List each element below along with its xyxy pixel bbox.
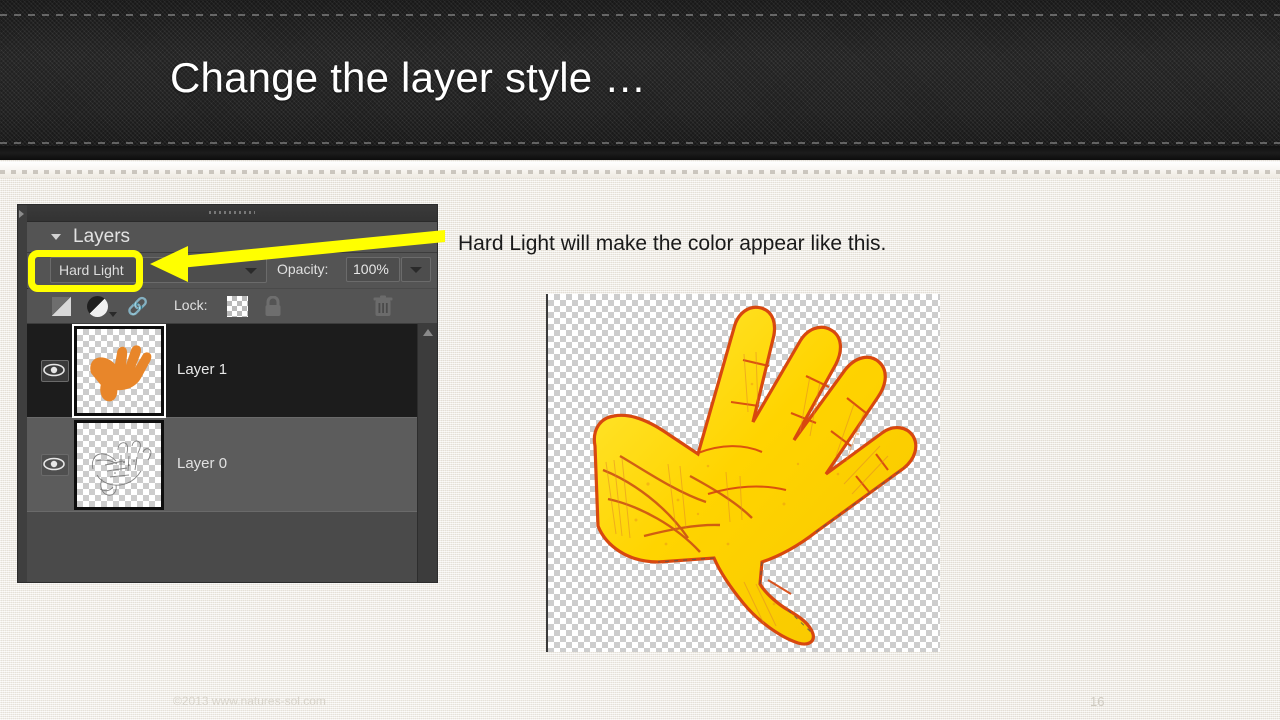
panel-titlebar[interactable] <box>27 205 437 222</box>
scroll-up-arrow-icon[interactable] <box>423 329 433 336</box>
opacity-label: Opacity: <box>277 261 329 277</box>
layer-name-label: Layer 0 <box>177 455 228 472</box>
lock-label: Lock: <box>174 297 208 313</box>
result-image <box>546 294 940 652</box>
banner-stitch-top <box>0 14 1280 16</box>
footer-copyright: ©2013 www.natures-sol.com <box>173 694 326 708</box>
lock-row: 🔗 Lock: <box>27 289 437 324</box>
link-chain-icon[interactable]: 🔗 <box>127 296 148 317</box>
blend-mode-value: Hard Light <box>59 262 124 278</box>
blend-mode-dropdown[interactable]: Hard Light <box>50 257 267 283</box>
table-row[interactable]: Layer 1 <box>27 324 425 418</box>
layer-visibility-toggle[interactable] <box>41 360 69 382</box>
banner-seam-stitch <box>0 170 1280 174</box>
layer-name-label: Layer 1 <box>177 361 228 378</box>
transparency-checker-icon[interactable] <box>227 296 248 317</box>
caption-text: Hard Light will make the color appear li… <box>458 232 887 255</box>
table-row[interactable]: Layer 0 <box>27 418 425 512</box>
padlock-icon[interactable] <box>262 295 284 317</box>
panel-header: Layers » <box>27 222 437 253</box>
collapse-triangle-icon[interactable] <box>51 234 61 240</box>
chevron-down-icon <box>410 267 422 273</box>
panel-title-label: Layers <box>73 226 131 247</box>
blend-mode-row: Hard Light Opacity: 100% <box>27 253 437 288</box>
layers-list[interactable]: Layer 1 Layer 0 <box>27 324 437 582</box>
layer-visibility-toggle[interactable] <box>41 454 69 476</box>
panel-expand-chevron-icon[interactable] <box>19 210 24 218</box>
layer-thumbnail[interactable] <box>74 420 164 510</box>
opacity-dropdown-button[interactable] <box>401 257 431 282</box>
layers-panel[interactable]: Layers » Hard Light Opacity: 100% 🔗 Lock… <box>18 205 437 582</box>
opacity-value: 100% <box>353 261 389 277</box>
half-square-icon[interactable] <box>52 297 71 316</box>
page-title: Change the layer style … <box>170 54 647 101</box>
slide-number: 16 <box>1090 694 1105 709</box>
opacity-input[interactable]: 100% <box>346 257 400 282</box>
banner-stitch-bottom <box>0 142 1280 144</box>
trash-icon[interactable] <box>372 295 394 318</box>
slide: Change the layer style … Layers » Hard L… <box>0 0 1280 720</box>
banner-hem <box>0 146 1280 160</box>
layer-thumbnail[interactable] <box>72 324 166 418</box>
yellow-hand-illustration <box>592 305 918 646</box>
panel-drag-grip[interactable] <box>209 211 255 214</box>
panel-menu-chevrons-icon[interactable]: » <box>423 229 431 245</box>
adjustment-circle-icon[interactable] <box>87 296 108 317</box>
chevron-down-icon[interactable] <box>245 268 257 274</box>
layers-scrollbar[interactable] <box>417 324 437 582</box>
chevron-down-icon[interactable] <box>109 312 117 317</box>
